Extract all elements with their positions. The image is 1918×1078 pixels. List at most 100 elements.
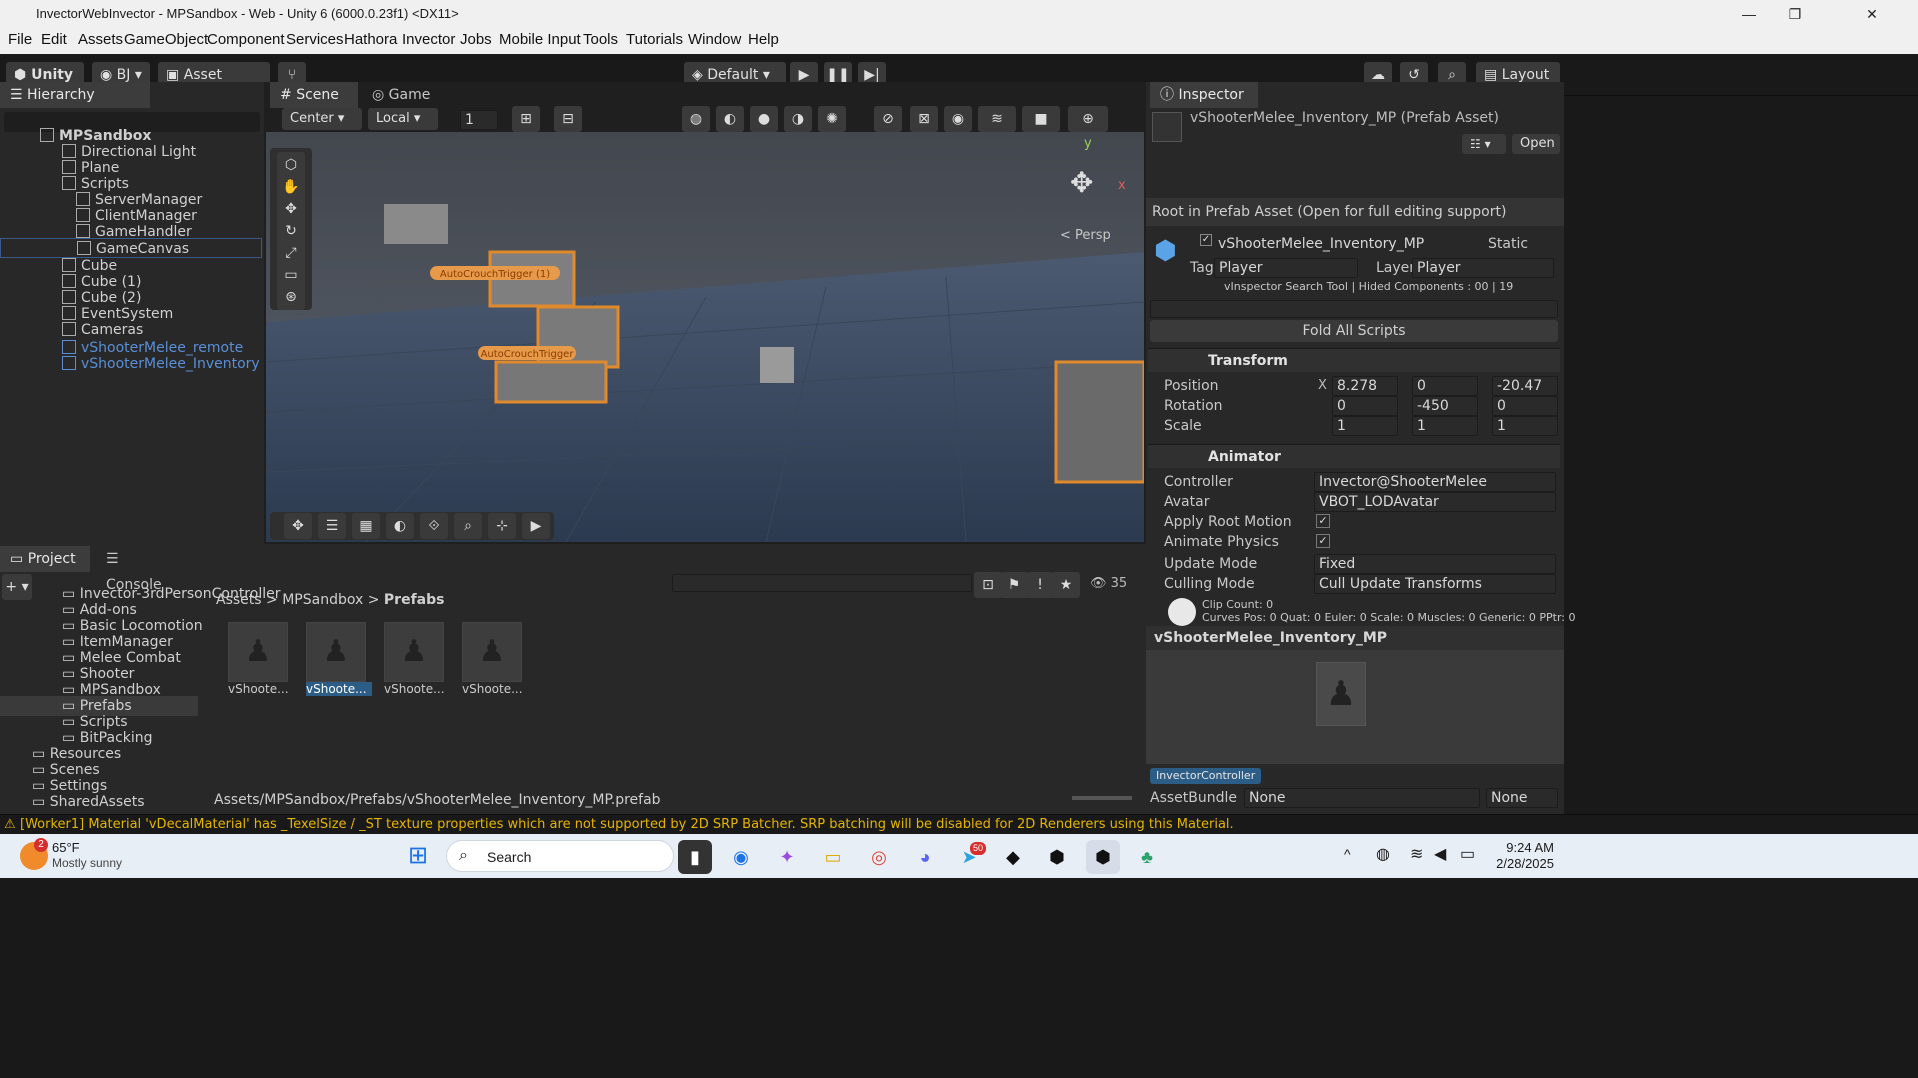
draw-mode-icon[interactable]: ◍ (682, 106, 710, 132)
rotation-y-field[interactable]: -450 (1412, 396, 1478, 416)
wifi-icon[interactable]: ≋ (1410, 844, 1423, 864)
battery-icon[interactable]: ▭ (1460, 844, 1475, 864)
console-last-message[interactable]: [Worker1] Material 'vDecalMaterial' has … (20, 817, 1480, 832)
asset-tile[interactable]: ♟ vShoote... (306, 622, 372, 704)
rotation-x-field[interactable]: 0 (1332, 396, 1398, 416)
zoom-overlay-icon[interactable]: ⌕ (454, 513, 482, 539)
assetbundle-dropdown[interactable]: None (1244, 788, 1480, 808)
clock-date[interactable]: 2/28/2025 (1494, 856, 1554, 871)
component-search-input[interactable] (1150, 300, 1558, 318)
tab-console[interactable]: ☰ Console (96, 546, 182, 593)
hierarchy-item[interactable]: GameCanvas (0, 238, 262, 258)
active-toggle[interactable]: ✓ (1200, 234, 1212, 246)
menu-jobs[interactable]: Jobs (460, 31, 492, 48)
tab-game[interactable]: ◎ Game (362, 82, 450, 108)
search-by-log-icon[interactable]: ! (1026, 572, 1054, 598)
unity-hub-icon[interactable]: ⬢ (1040, 840, 1074, 874)
apply-root-motion-checkbox[interactable]: ✓ (1316, 514, 1330, 528)
tab-project[interactable]: ▭ Project (0, 546, 90, 572)
pick-icon[interactable]: ⊠ (910, 106, 938, 132)
breadcrumb-assets[interactable]: Assets (216, 592, 262, 608)
menu-edit[interactable]: Edit (41, 31, 67, 48)
hierarchy-item[interactable]: Cameras (0, 320, 143, 340)
tab-hierarchy[interactable]: ☰ Hierarchy (0, 82, 150, 108)
menu-component[interactable]: Component (207, 31, 285, 48)
windows-start-icon[interactable]: ⊞ (408, 842, 436, 870)
tab-inspector[interactable]: ⓘ Inspector (1150, 82, 1258, 108)
chrome-icon[interactable]: ◎ (862, 840, 896, 874)
2d-toggle-icon[interactable]: ◑ (784, 106, 812, 132)
weather-temp[interactable]: 65°F (52, 840, 80, 855)
position-y-field[interactable]: 0 (1412, 376, 1478, 396)
grid-size-field[interactable]: 1 (460, 110, 498, 130)
grid-snap-icon[interactable]: ⊞ (512, 106, 540, 132)
breadcrumb-prefabs[interactable]: Prefabs (384, 592, 445, 608)
camera-settings-icon[interactable]: ■ (1022, 106, 1060, 132)
menu-window[interactable]: Window (688, 31, 741, 48)
culling-mode-dropdown[interactable]: Cull Update Transforms (1314, 574, 1556, 594)
asset-label-badge[interactable]: InvectorController (1150, 768, 1262, 784)
menu-tutorials[interactable]: Tutorials (626, 31, 683, 48)
edge-browser-icon[interactable]: ◉ (724, 840, 758, 874)
scale-y-field[interactable]: 1 (1412, 416, 1478, 436)
thumbnail-size-slider[interactable] (1072, 796, 1132, 800)
prefab-menu-button[interactable]: ☷ ▾ (1462, 134, 1506, 154)
minimize-button[interactable]: — (1726, 0, 1772, 28)
search-by-type-icon[interactable]: ⊡ (974, 572, 1002, 598)
animate-physics-checkbox[interactable]: ✓ (1316, 534, 1330, 548)
hierarchy-item[interactable]: vShooterMelee_Inventory (0, 354, 260, 374)
menu-file[interactable]: File (8, 31, 32, 48)
space-dropdown[interactable]: Local ▾ (368, 108, 438, 130)
menu-hathora[interactable]: Hathora (344, 31, 397, 48)
navmesh-overlay-icon[interactable]: ⟐ (420, 513, 448, 539)
volume-icon[interactable]: ◀ (1434, 844, 1446, 864)
project-search-input[interactable] (672, 574, 972, 592)
path-overlay-icon[interactable]: ⊹ (488, 513, 516, 539)
perspective-toggle[interactable]: < Persp (1060, 228, 1111, 243)
scene-visibility-icon[interactable]: ◉ (944, 106, 972, 132)
menu-tools[interactable]: Tools (583, 31, 618, 48)
favorites-icon[interactable]: ★ (1052, 572, 1080, 598)
scale-x-field[interactable]: 1 (1332, 416, 1398, 436)
menu-mobile-input[interactable]: Mobile Input (499, 31, 581, 48)
app-icon[interactable]: ♣ (1130, 840, 1164, 874)
animator-header[interactable]: Animator (1148, 444, 1560, 468)
lighting-icon[interactable]: ● (750, 106, 778, 132)
scene-viewport[interactable]: AutoCrouchTrigger (1) AutoCrouchTrigger (266, 132, 1144, 542)
project-folder[interactable]: ▭ SharedAssets (0, 792, 145, 812)
static-toggle[interactable]: Static (1488, 236, 1528, 252)
maximize-button[interactable]: ❐ (1772, 0, 1818, 28)
asset-tile[interactable]: ♟ vShoote... (384, 622, 450, 704)
epic-games-icon[interactable]: ◆ (996, 840, 1030, 874)
camera-overlay-icon[interactable]: ▶ (522, 513, 550, 539)
unity-editor-icon[interactable]: ⬢ (1086, 840, 1120, 874)
fold-all-scripts-button[interactable]: Fold All Scripts (1150, 320, 1558, 342)
move-overlay-icon[interactable]: ✥ (284, 513, 312, 539)
menu-help[interactable]: Help (748, 31, 779, 48)
position-x-field[interactable]: 8.278 (1332, 376, 1398, 396)
fx-icon[interactable]: ✺ (818, 106, 846, 132)
file-explorer-icon[interactable]: ▭ (816, 840, 850, 874)
assetbundle-variant-dropdown[interactable]: None (1486, 788, 1558, 808)
rotation-z-field[interactable]: 0 (1492, 396, 1558, 416)
asset-tile[interactable]: ♟ vShoote... (462, 622, 528, 704)
search-by-label-icon[interactable]: ⚑ (1000, 572, 1028, 598)
transform-tool-icon[interactable]: ⊛ (277, 284, 305, 310)
shading-overlay-icon[interactable]: ◐ (386, 513, 414, 539)
scale-z-field[interactable]: 1 (1492, 416, 1558, 436)
tab-scene[interactable]: # Scene (270, 82, 358, 108)
hidden-objects-icon[interactable]: ⊘ (874, 106, 902, 132)
update-mode-dropdown[interactable]: Fixed (1314, 554, 1556, 574)
transform-header[interactable]: Transform (1148, 348, 1560, 372)
discord-icon[interactable]: ◕ (908, 840, 942, 874)
grid-overlay-icon[interactable]: ▦ (352, 513, 380, 539)
layer-dropdown[interactable]: Player (1412, 258, 1554, 278)
tag-dropdown[interactable]: Player (1214, 258, 1358, 278)
increment-snap-icon[interactable]: ⊟ (554, 106, 582, 132)
settings-overlay-icon[interactable]: ☰ (318, 513, 346, 539)
pivot-dropdown[interactable]: Center ▾ (282, 108, 362, 130)
avatar-field[interactable]: VBOT_LODAvatar (1314, 492, 1556, 512)
task-view-icon[interactable]: ▮ (678, 840, 712, 874)
menu-assets[interactable]: Assets (78, 31, 123, 48)
gizmos-icon[interactable]: ⊕ (1068, 106, 1108, 132)
